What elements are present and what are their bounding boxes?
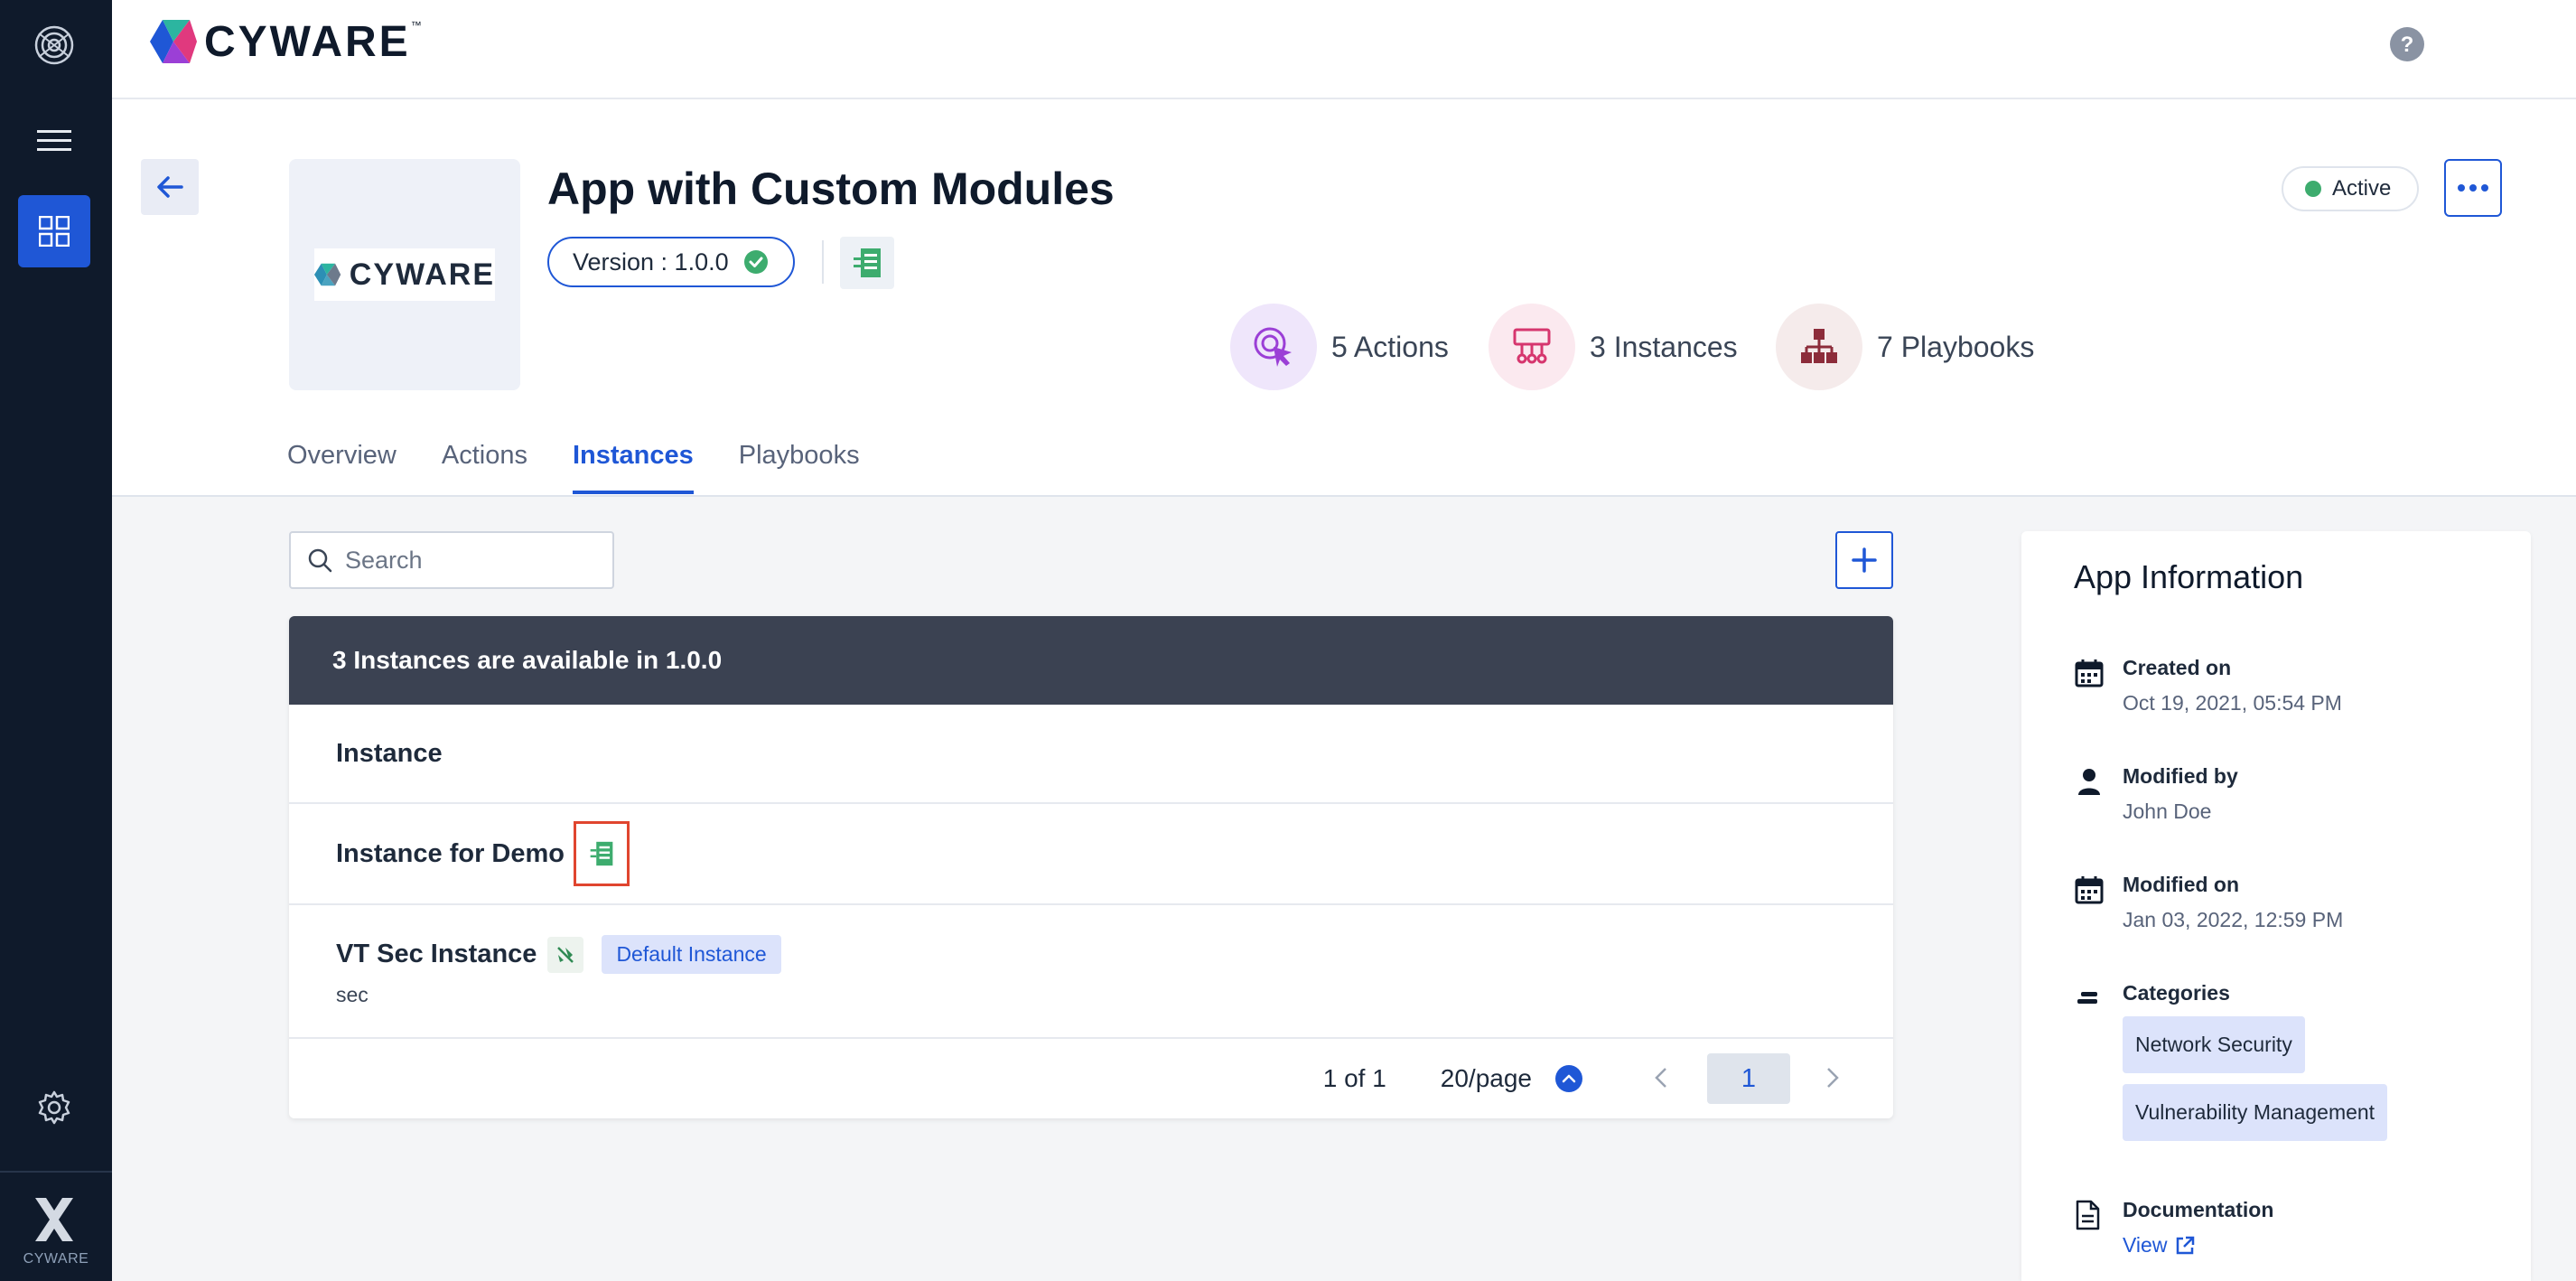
chevron-up-icon [1555,1065,1582,1092]
page-size-selector[interactable]: 20/page [1441,1064,1582,1093]
document-button[interactable] [840,237,894,289]
table-row[interactable]: Instance for Demo [289,804,1893,905]
created-on-label: Created on [2123,656,2232,679]
apps-grid-icon[interactable] [18,195,90,267]
created-on-value: Oct 19, 2021, 05:54 PM [2123,691,2342,715]
plug-disconnected-icon [547,936,584,973]
radar-logo-icon[interactable] [18,9,90,81]
stat-actions[interactable]: 5 Actions [1230,304,1449,390]
documentation-item: Documentation View [2074,1198,2273,1258]
playbook-hierarchy-icon [1776,304,1862,390]
cyware-logo-icon [150,20,197,63]
app-information-panel: App Information Created on Oct 19, 2021,… [2021,531,2531,1281]
instance-network-icon [1489,304,1575,390]
documentation-label: Documentation [2123,1198,2274,1221]
previous-page-button[interactable] [1655,1061,1667,1097]
category-tag: Vulnerability Management [2123,1084,2388,1141]
created-on-item: Created on Oct 19, 2021, 05:54 PM [2074,656,2342,715]
search-box[interactable] [289,531,614,589]
cyware-mark-icon [18,1183,90,1256]
page-size-label: 20/page [1440,1064,1532,1092]
category-icon [2074,981,2108,1141]
pagination-count: 1 of 1 [1322,1064,1386,1092]
default-instance-badge: Default Instance [602,935,781,974]
calendar-icon [2074,873,2108,932]
chevron-left-icon [1655,1067,1666,1088]
help-icon[interactable]: ? [2388,25,2426,68]
arrow-left-icon [157,176,183,198]
svg-text:?: ? [2401,33,2414,57]
rail-brand-label: CYWARE [23,1251,89,1267]
status-dot-icon [2305,181,2321,197]
more-options-button[interactable] [2444,159,2502,217]
document-list-icon [854,248,881,277]
stat-instances[interactable]: 3 Instances [1489,304,1738,390]
cyware-logo[interactable]: CYWARE ™ [148,16,422,67]
categories-item: Categories Network Security Vulnerabilit… [2074,981,2388,1141]
tab-playbooks[interactable]: Playbooks [739,441,860,494]
modified-by-item: Modified by John Doe [2074,764,2238,824]
page-title: App with Custom Modules [547,164,1115,214]
calendar-icon [2074,656,2108,715]
instance-name[interactable]: VT Sec Instance [336,940,537,969]
stat-instances-label: 3 Instances [1590,330,1738,363]
settings-gear-icon[interactable] [18,1071,90,1144]
document-icon [2074,1198,2108,1258]
logo-trademark: ™ [410,19,422,32]
rail-divider [0,1171,112,1173]
left-rail: CYWARE [0,0,112,1281]
chevron-right-icon [1827,1067,1839,1088]
tab-bar: Overview Actions Instances Playbooks [287,441,905,494]
menu-icon[interactable] [18,105,90,177]
panel-title: App Information [2074,558,2304,595]
pagination: 1 of 1 20/page 1 [289,1039,1893,1118]
modified-on-item: Modified on Jan 03, 2022, 12:59 PM [2074,873,2343,932]
document-list-icon [590,841,613,866]
stat-playbooks[interactable]: 7 Playbooks [1776,304,2034,390]
modified-by-label: Modified by [2123,764,2238,788]
modified-by-value: John Doe [2123,799,2212,823]
next-page-button[interactable] [1826,1061,1839,1097]
page-number-button[interactable]: 1 [1707,1053,1790,1104]
search-input[interactable] [345,546,598,575]
top-bar: CYWARE ™ ? [112,0,2576,99]
view-link-label: View [2123,1233,2168,1257]
status-label: Active [2332,176,2392,201]
version-label: Version : 1.0.0 [573,248,729,276]
modified-on-value: Jan 03, 2022, 12:59 PM [2123,908,2344,931]
table-row[interactable]: VT Sec Instance Default Instance sec [289,905,1893,1039]
stat-playbooks-label: 7 Playbooks [1877,330,2035,363]
app-header: CYWARE App with Custom Modules Version :… [112,99,2576,497]
check-circle-icon [743,250,768,274]
documentation-view-link[interactable]: View [2123,1233,2273,1258]
version-selector[interactable]: Version : 1.0.0 [547,237,795,287]
instance-name[interactable]: Instance for Demo [336,839,565,869]
cursor-click-icon [1230,304,1317,390]
back-button[interactable] [141,159,199,215]
category-tag: Network Security [2123,1016,2305,1073]
logo-text: CYWARE [204,17,411,66]
categories-label: Categories [2123,981,2230,1005]
tab-instances[interactable]: Instances [572,441,694,494]
modified-on-label: Modified on [2123,873,2240,896]
app-logo: CYWARE [289,159,520,390]
stat-actions-label: 5 Actions [1331,330,1449,363]
search-icon [308,548,332,573]
cyware-small-logo-icon [314,263,341,286]
status-badge: Active [2282,166,2419,211]
ellipsis-icon [2458,184,2488,192]
tab-overview[interactable]: Overview [287,441,397,494]
table-banner: 3 Instances are available in 1.0.0 [289,616,1893,705]
plus-icon [1852,547,1877,573]
external-link-icon [2177,1236,2195,1254]
instance-subtitle: sec [336,983,369,1006]
instance-document-button[interactable] [574,821,630,886]
instances-table: 3 Instances are available in 1.0.0 Insta… [289,616,1893,1118]
add-instance-button[interactable] [1835,531,1893,589]
app-logo-text: CYWARE [349,257,495,292]
user-icon [2074,764,2108,824]
column-header-instance: Instance [289,705,1893,804]
tab-actions[interactable]: Actions [442,441,527,494]
version-divider [822,240,824,284]
